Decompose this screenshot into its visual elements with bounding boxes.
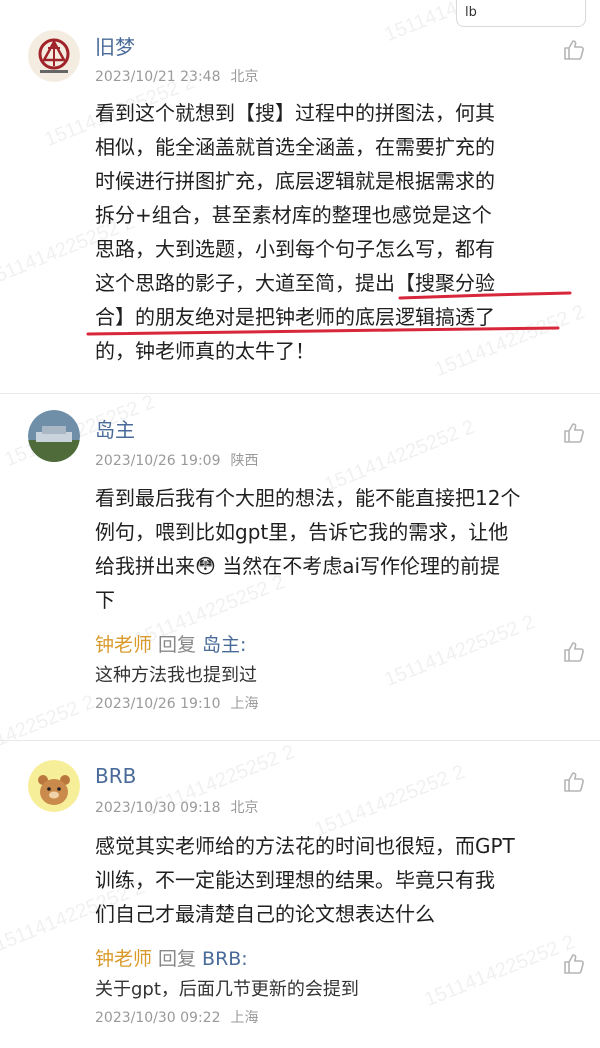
reply-text: 这种方法我也提到过 (95, 665, 257, 686)
floating-box-text: lb (465, 5, 477, 20)
comment-meta: 2023/10/26 19:09 陕西 (95, 450, 259, 470)
comment-location: 陕西 (230, 453, 259, 469)
reply-location: 上海 (230, 1010, 259, 1026)
reply-author[interactable]: 钟老师 (95, 948, 152, 970)
username[interactable]: 岛主 (95, 414, 135, 443)
like-icon[interactable] (562, 770, 586, 794)
divider (0, 393, 600, 394)
comment-line: 给我拼出来😳 当然在不考虑ai写作伦理的前提 (95, 554, 501, 578)
reply-target[interactable]: 岛主: (202, 634, 246, 656)
username[interactable]: 旧梦 (95, 31, 135, 60)
comment-line: 下 (95, 588, 115, 612)
comment-body: 看到这个就想到【搜】过程中的拼图法，何其 相似，能全涵盖就首选全涵盖，在需要扩充… (95, 96, 575, 368)
reply-word: 回复 (158, 948, 197, 970)
reply-meta: 2023/10/30 09:22 上海 (95, 1007, 575, 1027)
comment-body: 感觉其实老师给的方法花的时间也很短，而GPT 训练，不一定能达到理想的结果。毕竟… (95, 829, 575, 931)
avatar[interactable] (28, 410, 80, 462)
comment-line: 看到最后我有个大胆的想法，能不能直接把12个 (95, 486, 521, 510)
reply-author[interactable]: 钟老师 (95, 634, 152, 656)
avatar[interactable] (28, 30, 80, 82)
reply-time: 2023/10/26 19:10 (95, 696, 221, 712)
reply-location: 上海 (230, 696, 259, 712)
comment-line: 相似，能全涵盖就首选全涵盖，在需要扩充的 (95, 135, 495, 159)
floating-input-box[interactable]: lb (456, 0, 586, 27)
reply-header: 钟老师 回复 岛主: (95, 630, 575, 657)
comment-line: 训练，不一定能达到理想的结果。毕竟只有我 (95, 868, 495, 892)
comment-line: 的，钟老师真的太牛了！ (95, 339, 315, 363)
avatar[interactable] (28, 760, 80, 812)
reply: 钟老师 回复 BRB: 关于gpt，后面几节更新的会提到 2023/10/30 09… (95, 944, 575, 1027)
reply-target[interactable]: BRB: (202, 948, 248, 970)
comment-line: 感觉其实老师给的方法花的时间也很短，而GPT (95, 834, 515, 858)
reply-header: 钟老师 回复 BRB: (95, 944, 575, 971)
comment-line: 思路，大到选题，小到每个句子怎么写，都有 (95, 237, 495, 261)
like-icon[interactable] (562, 421, 586, 445)
reply-text: 关于gpt，后面几节更新的会提到 (95, 979, 359, 1000)
comment-body: 看到最后我有个大胆的想法，能不能直接把12个 例句，喂到比如gpt里，告诉它我的… (95, 481, 575, 617)
like-icon[interactable] (562, 640, 586, 664)
comment-meta: 2023/10/21 23:48 北京 (95, 66, 259, 86)
comment-location: 北京 (230, 800, 259, 816)
comment-time: 2023/10/26 19:09 (95, 453, 221, 469)
reply-word: 回复 (158, 634, 197, 656)
comment-time: 2023/10/21 23:48 (95, 69, 221, 85)
comment-line: 拆分+组合，甚至素材库的整理也感觉是这个 (95, 203, 492, 227)
comment-line: 例句，喂到比如gpt里，告诉它我的需求，让他 (95, 520, 509, 544)
divider (0, 740, 600, 741)
like-icon[interactable] (562, 952, 586, 976)
comment-line: 看到这个就想到【搜】过程中的拼图法，何其 (95, 101, 495, 125)
reply-time: 2023/10/30 09:22 (95, 1010, 221, 1026)
comment-line: 们自己才最清楚自己的论文想表达什么 (95, 902, 435, 926)
username[interactable]: BRB (95, 764, 136, 788)
like-icon[interactable] (562, 38, 586, 62)
comment-location: 北京 (230, 69, 259, 85)
comment-line: 这个思路的影子，大道至简，提出【搜聚分验 (95, 271, 495, 295)
comment-time: 2023/10/30 09:18 (95, 800, 221, 816)
comment-line: 时候进行拼图扩充，底层逻辑就是根据需求的 (95, 169, 495, 193)
reply-meta: 2023/10/26 19:10 上海 (95, 693, 575, 713)
reply: 钟老师 回复 岛主: 这种方法我也提到过 2023/10/26 19:10 上海 (95, 630, 575, 713)
comment-meta: 2023/10/30 09:18 北京 (95, 797, 259, 817)
comment-line: 合】的朋友绝对是把钟老师的底层逻辑搞透了 (95, 305, 495, 329)
